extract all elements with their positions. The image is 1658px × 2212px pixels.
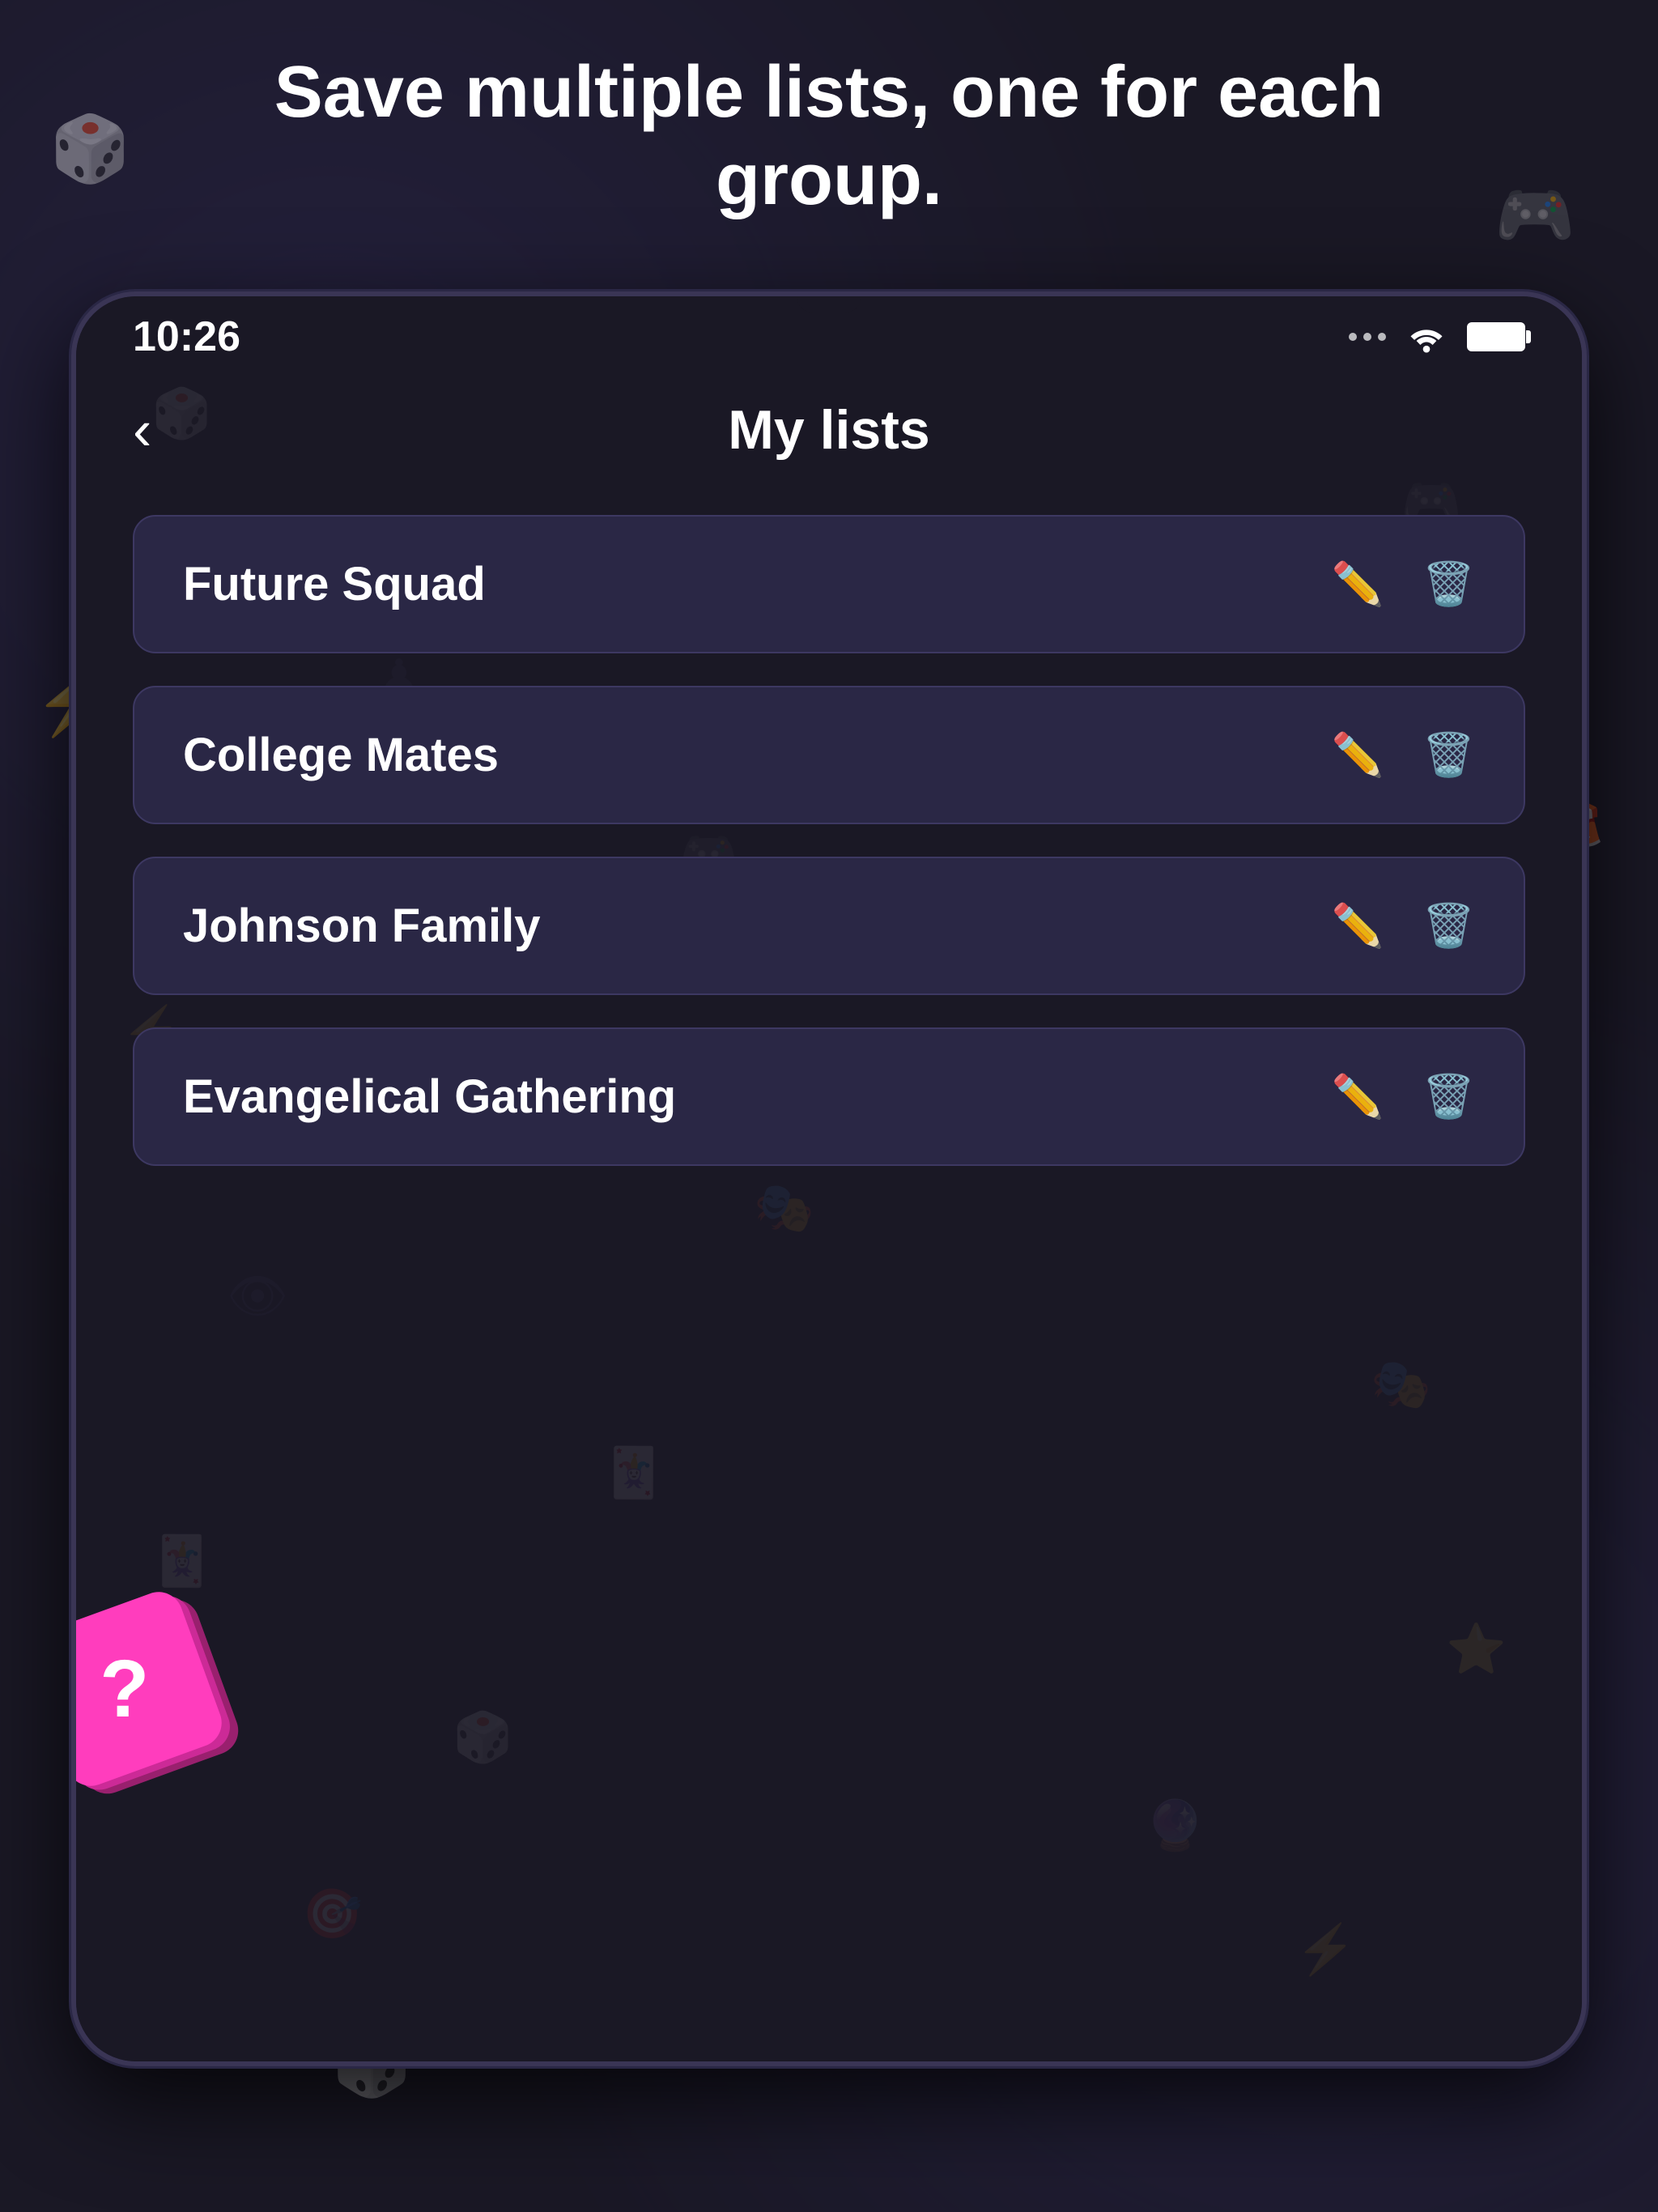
delete-icon[interactable]: 🗑️ xyxy=(1422,559,1475,609)
list-item-actions: ✏️ 🗑️ xyxy=(1332,559,1476,609)
wifi-icon xyxy=(1405,321,1448,353)
device-frame: 🎲 🎮 ♟ 🎯 ⚡ 🎪 👁 🎭 🃏 ⭐ 🎲 🔮 🎯 ⚡ 🎮 🎭 🃏 10:26 xyxy=(71,291,1587,2066)
list-item[interactable]: Johnson Family ✏️ 🗑️ xyxy=(133,857,1525,995)
header-title: Save multiple lists, one for each group. xyxy=(0,49,1658,223)
battery-icon xyxy=(1467,322,1525,351)
list-item-name: College Mates xyxy=(183,728,499,782)
navigation-bar: ‹ My lists xyxy=(76,377,1582,483)
signal-icon xyxy=(1349,333,1386,341)
page-title: My lists xyxy=(728,398,929,462)
list-item-name: Future Squad xyxy=(183,557,486,611)
dice-decoration: ? xyxy=(76,1608,270,1835)
status-bar: 10:26 xyxy=(76,296,1582,377)
edit-icon[interactable]: ✏️ xyxy=(1332,559,1384,609)
status-icons xyxy=(1349,321,1525,353)
list-item-name: Johnson Family xyxy=(183,899,541,953)
edit-icon[interactable]: ✏️ xyxy=(1332,901,1384,951)
delete-icon[interactable]: 🗑️ xyxy=(1422,901,1475,951)
list-item[interactable]: Future Squad ✏️ 🗑️ xyxy=(133,515,1525,653)
lists-container: Future Squad ✏️ 🗑️ College Mates ✏️ 🗑️ J… xyxy=(133,515,1525,1166)
delete-icon[interactable]: 🗑️ xyxy=(1422,1072,1475,1121)
list-item[interactable]: College Mates ✏️ 🗑️ xyxy=(133,686,1525,824)
list-item-actions: ✏️ 🗑️ xyxy=(1332,901,1476,951)
list-item-actions: ✏️ 🗑️ xyxy=(1332,1072,1476,1121)
edit-icon[interactable]: ✏️ xyxy=(1332,730,1384,780)
delete-icon[interactable]: 🗑️ xyxy=(1422,730,1475,780)
list-item-actions: ✏️ 🗑️ xyxy=(1332,730,1476,780)
list-item-name: Evangelical Gathering xyxy=(183,1070,676,1124)
back-button[interactable]: ‹ xyxy=(133,402,151,458)
edit-icon[interactable]: ✏️ xyxy=(1332,1072,1384,1121)
status-time: 10:26 xyxy=(133,313,240,361)
list-item[interactable]: Evangelical Gathering ✏️ 🗑️ xyxy=(133,1027,1525,1166)
dice-symbol: ? xyxy=(100,1643,149,1736)
